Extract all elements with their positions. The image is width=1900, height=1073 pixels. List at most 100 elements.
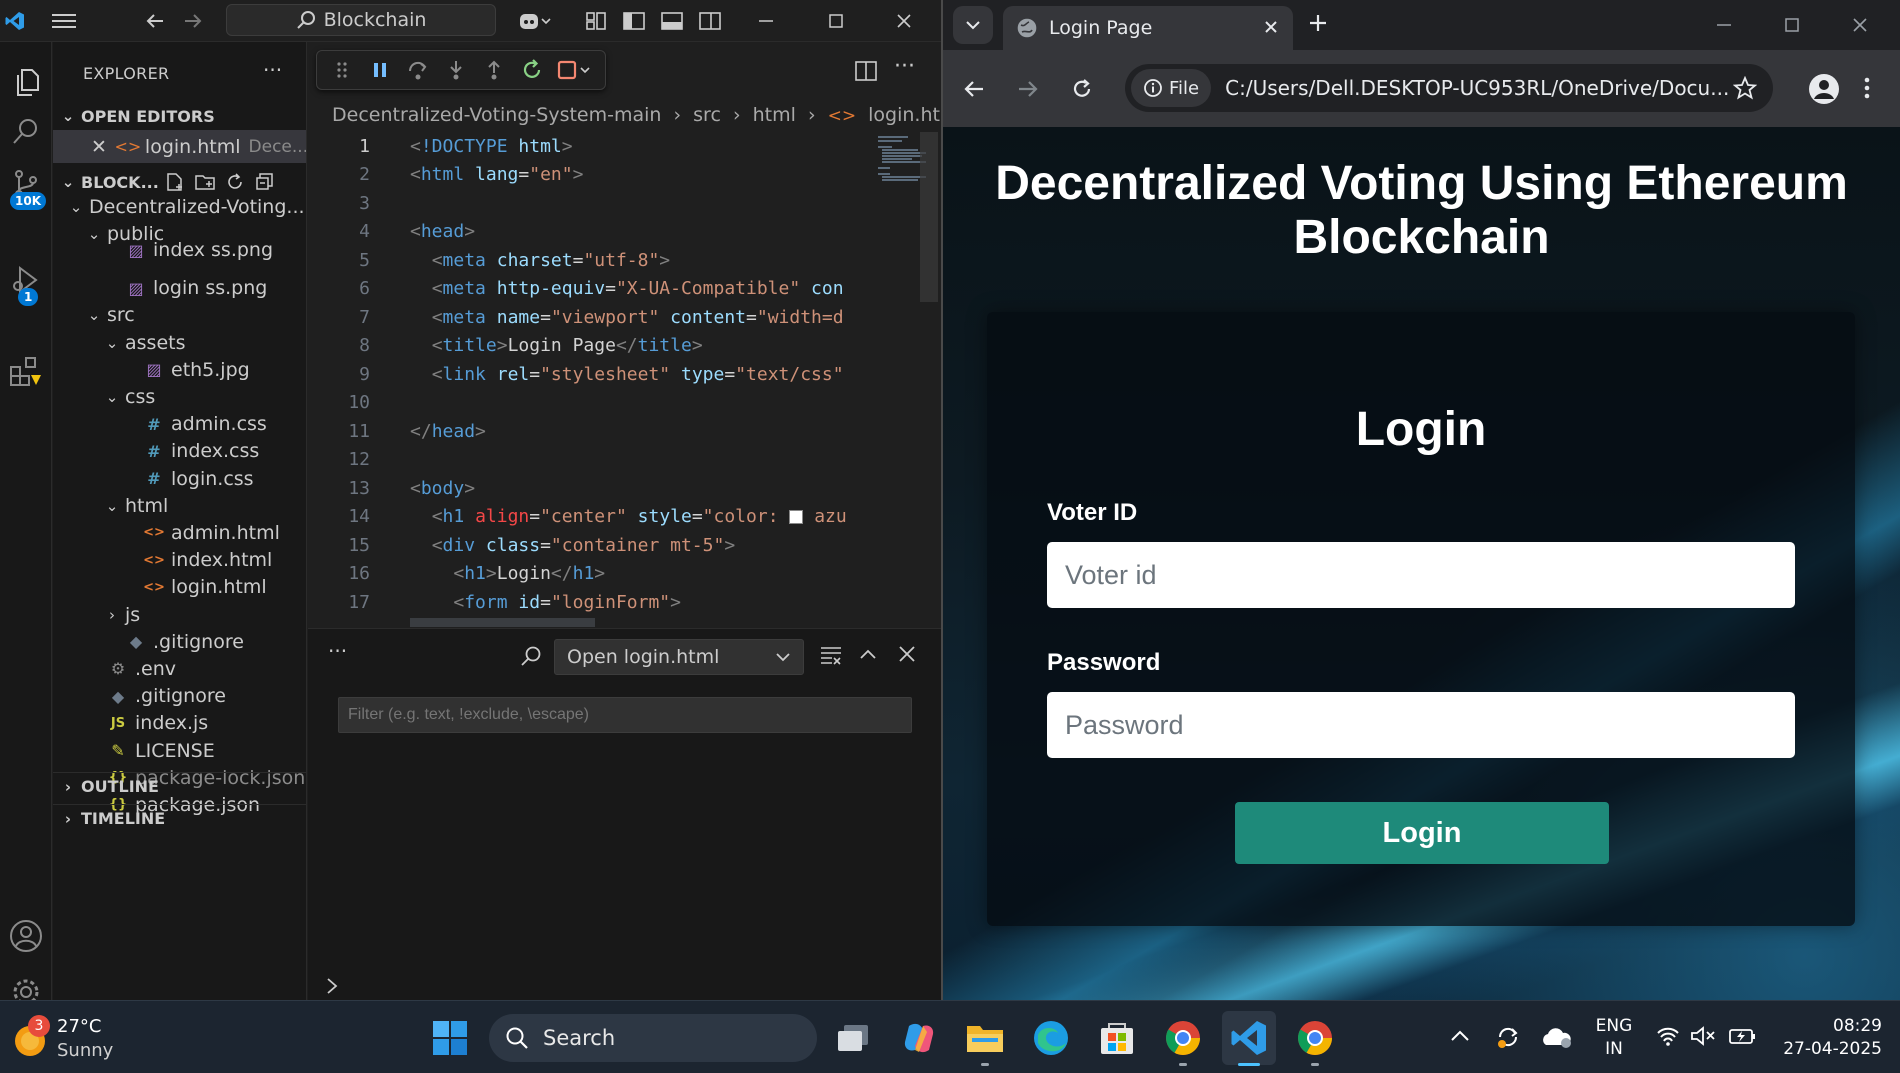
microsoft-store-icon[interactable] [1090, 1011, 1144, 1065]
tab-search-icon[interactable] [953, 6, 993, 44]
source-control-icon[interactable]: 10K [0, 158, 52, 210]
tree-item[interactable]: ▨ index ss.png [53, 237, 306, 264]
tree-item[interactable]: <> login.html [53, 574, 306, 601]
tree-item[interactable]: ▨ eth5.jpg [53, 356, 306, 383]
site-info-chip[interactable]: File [1131, 69, 1212, 107]
accounts-icon[interactable] [0, 910, 52, 962]
explorer-icon[interactable] [0, 56, 52, 108]
pause-icon[interactable] [363, 53, 397, 87]
clock[interactable]: 08:29 27-04-2025 [1772, 1015, 1882, 1061]
close-icon[interactable] [886, 0, 922, 42]
tree-item[interactable]: ✎ LICENSE [53, 737, 306, 764]
vscode-taskbar-icon[interactable] [1222, 1011, 1276, 1066]
chrome-icon-2[interactable] [1288, 1011, 1342, 1066]
more-actions-icon[interactable]: ··· [894, 54, 915, 79]
clear-output-icon[interactable] [820, 645, 842, 665]
tab-login-page[interactable]: Login Page [1003, 6, 1293, 50]
tree-item[interactable]: JS index.js [53, 710, 306, 737]
stop-icon[interactable] [553, 53, 597, 87]
weather-widget[interactable]: 3 [10, 1015, 56, 1061]
task-view-icon[interactable] [826, 1011, 880, 1065]
tree-item[interactable]: ⌄ Decentralized-Voting... [53, 193, 306, 220]
address-bar[interactable]: File C:/Users/Dell.DESKTOP-UC953RL/OneDr… [1125, 64, 1773, 112]
new-tab-icon[interactable] [1307, 12, 1329, 34]
voter-id-input[interactable] [1047, 542, 1795, 608]
tree-item[interactable]: # index.css [53, 438, 306, 465]
tree-item[interactable]: # login.css [53, 465, 306, 492]
chrome-icon[interactable] [1156, 1011, 1210, 1066]
breadcrumb-item[interactable]: src [693, 104, 721, 126]
bookmark-star-icon[interactable] [1733, 76, 1757, 100]
profile-avatar-icon[interactable] [1809, 74, 1839, 104]
weather-text[interactable]: 27°C Sunny [57, 1015, 113, 1063]
timeline-section[interactable]: › TIMELINE [53, 804, 306, 832]
tree-item[interactable]: ⌄ src [53, 302, 306, 329]
breadcrumb-item[interactable]: Decentralized-Voting-System-main [332, 104, 661, 126]
toggle-primary-sidebar-icon[interactable] [618, 0, 650, 42]
extensions-icon[interactable] [0, 346, 52, 398]
code-editor[interactable]: 1 <!DOCTYPE html> 2 <html lang="en"> 3 4 <h… [308, 132, 870, 627]
back-arrow-icon[interactable] [138, 0, 172, 42]
tree-item[interactable]: <> index.html [53, 547, 306, 574]
editor-scrollbar[interactable] [920, 132, 938, 302]
step-into-icon[interactable] [439, 53, 473, 87]
taskbar-search[interactable]: Search [489, 1014, 817, 1062]
battery-icon[interactable] [1728, 1025, 1756, 1047]
menu-kebab-icon[interactable] [1863, 76, 1871, 100]
close-icon[interactable] [898, 645, 916, 663]
close-icon[interactable] [1851, 16, 1869, 34]
chevron-up-icon[interactable] [858, 645, 878, 665]
command-center-search[interactable]: Blockchain [226, 4, 496, 36]
tree-item[interactable]: ▨ login ss.png [53, 275, 306, 302]
customize-layout-icon[interactable] [580, 0, 612, 42]
tree-item[interactable]: ⌄ css [53, 383, 306, 410]
outline-section[interactable]: › OUTLINE [53, 772, 306, 800]
tree-item[interactable]: <> admin.html [53, 519, 306, 546]
open-editors-section[interactable]: ⌄ OPEN EDITORS [53, 102, 306, 130]
maximize-icon[interactable] [1783, 16, 1801, 34]
tree-item[interactable]: ◆ .gitignore [53, 683, 306, 710]
toggle-secondary-sidebar-icon[interactable] [694, 0, 726, 42]
chevron-up-icon[interactable] [1450, 1027, 1470, 1045]
wifi-icon[interactable] [1656, 1025, 1680, 1047]
collapse-all-icon[interactable] [255, 172, 275, 192]
close-icon[interactable]: ✕ [91, 136, 107, 158]
minimize-icon[interactable] [748, 0, 784, 42]
login-button[interactable]: Login [1235, 802, 1609, 864]
tree-item[interactable]: › js [53, 601, 306, 628]
split-editor-icon[interactable] [854, 60, 878, 82]
minimize-icon[interactable] [1715, 16, 1733, 34]
tab-close-icon[interactable] [1263, 19, 1279, 35]
tree-item[interactable]: ⌄ html [53, 492, 306, 519]
breadcrumb-item[interactable]: html [753, 104, 796, 126]
copilot-icon[interactable] [892, 1011, 946, 1065]
file-explorer-icon[interactable] [958, 1011, 1012, 1066]
output-channel-select[interactable]: Open login.html [554, 639, 804, 675]
more-actions-icon[interactable]: ··· [328, 639, 347, 663]
restart-icon[interactable] [515, 53, 549, 87]
tree-item[interactable]: ◆ .gitignore [53, 628, 306, 655]
forward-arrow-icon[interactable] [1017, 78, 1039, 100]
password-input[interactable] [1047, 692, 1795, 758]
language-indicator[interactable]: ENG IN [1592, 1015, 1636, 1061]
tree-item[interactable]: ⌄ assets [53, 329, 306, 356]
tree-item[interactable]: ⚙ .env [53, 655, 306, 682]
sync-icon[interactable] [1494, 1023, 1522, 1051]
run-debug-icon[interactable]: 1 [0, 254, 52, 306]
step-over-icon[interactable] [401, 53, 435, 87]
reload-icon[interactable] [1071, 78, 1093, 100]
more-actions-icon[interactable]: ··· [263, 58, 282, 82]
new-file-icon[interactable] [165, 172, 185, 192]
output-filter-input[interactable] [338, 697, 912, 733]
refresh-icon[interactable] [225, 172, 245, 192]
toggle-panel-icon[interactable] [656, 0, 688, 42]
maximize-icon[interactable] [818, 0, 854, 42]
drag-handle-icon[interactable] [325, 53, 359, 87]
onedrive-icon[interactable] [1540, 1025, 1572, 1049]
new-folder-icon[interactable] [195, 172, 215, 192]
tree-item[interactable]: # admin.css [53, 411, 306, 438]
speaker-muted-icon[interactable] [1690, 1025, 1716, 1047]
forward-arrow-icon[interactable] [176, 0, 210, 42]
back-arrow-icon[interactable] [963, 78, 985, 100]
open-editor-item[interactable]: ✕ <> login.html Dece... [53, 130, 306, 163]
